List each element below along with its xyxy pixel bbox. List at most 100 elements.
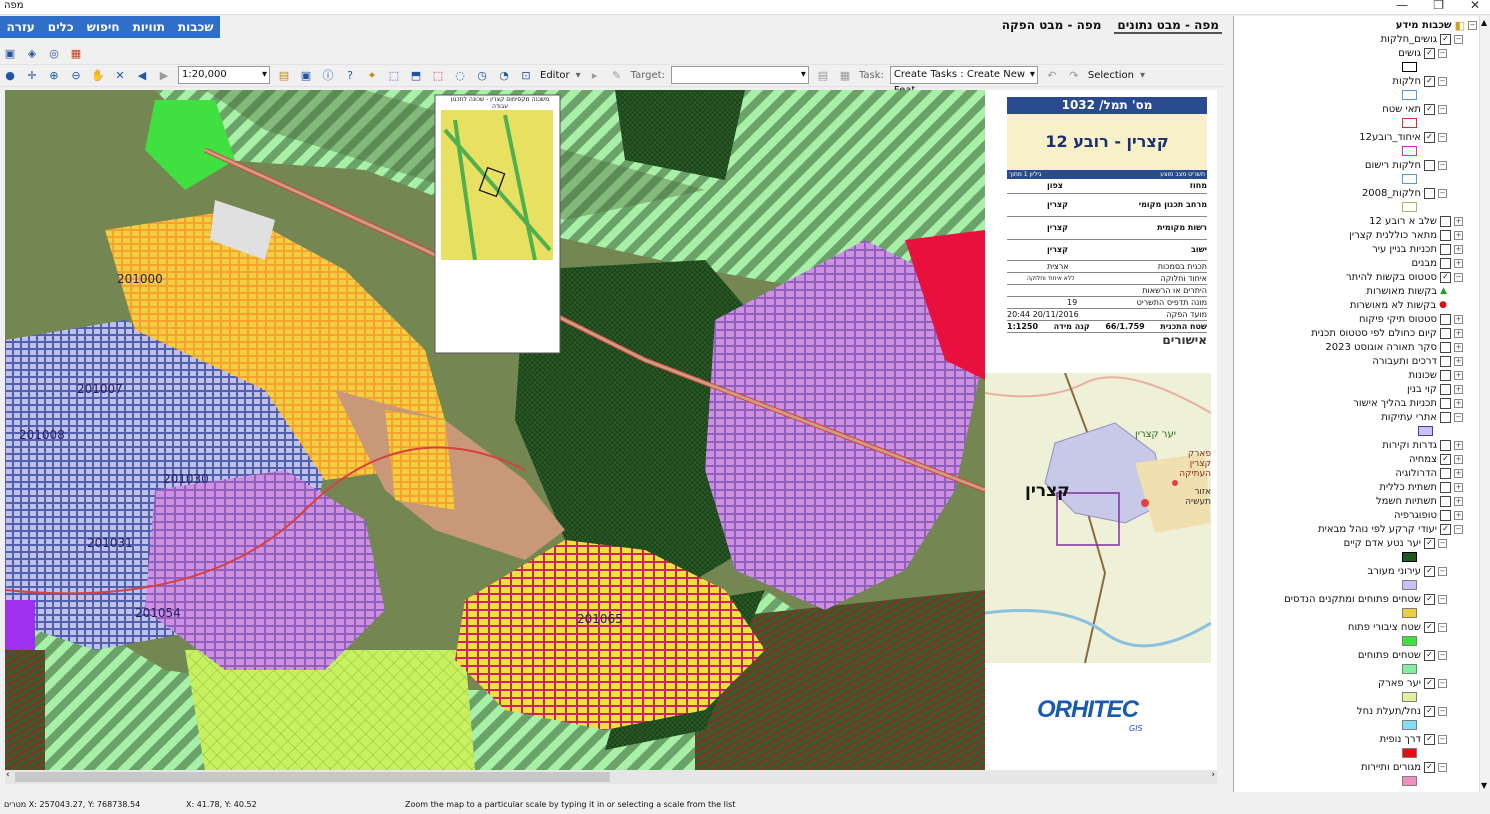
collapse-icon[interactable]: − (1438, 132, 1447, 142)
toc-layer-item[interactable]: − ✓ שטח ציבורי פתוח (1234, 620, 1477, 634)
layer-checkbox[interactable]: ✓ (1424, 47, 1435, 59)
expand-icon[interactable]: + (1454, 342, 1463, 352)
toc-layer-item[interactable]: − חלקות רישום (1234, 158, 1477, 172)
layer-checkbox[interactable] (1424, 159, 1435, 171)
close-button[interactable]: ✕ (1470, 0, 1480, 12)
identify-icon[interactable]: ⓘ (320, 67, 336, 83)
zoom-in-icon[interactable]: ⊕ (46, 67, 62, 83)
minimize-button[interactable]: — (1396, 0, 1408, 12)
zoom-out-icon[interactable]: ⊖ (68, 67, 84, 83)
layout-icon[interactable]: ⊡ (518, 67, 534, 83)
collapse-icon[interactable]: − (1438, 76, 1447, 86)
lasso-icon[interactable]: ◌ (452, 67, 468, 83)
layer-checkbox[interactable] (1440, 397, 1451, 409)
layer-checkbox[interactable] (1440, 411, 1451, 423)
collapse-icon[interactable]: − (1438, 650, 1447, 660)
attributes-icon[interactable]: ▤ (815, 67, 831, 83)
collapse-icon[interactable]: − (1454, 412, 1463, 422)
layer-checkbox[interactable] (1440, 355, 1451, 367)
editor-menu[interactable]: Editor (540, 70, 570, 81)
map-horizontal-scrollbar[interactable]: ‹ › (5, 770, 1217, 784)
layer-checkbox[interactable] (1440, 509, 1451, 521)
scroll-right-icon[interactable]: › (1211, 770, 1215, 780)
expand-icon[interactable]: + (1454, 496, 1463, 506)
layer-checkbox[interactable]: ✓ (1424, 733, 1435, 745)
toc-layer-item[interactable]: − ✓ נחל/תעלת נחל (1234, 704, 1477, 718)
layer-checkbox[interactable] (1440, 467, 1451, 479)
forward-icon[interactable]: ▶ (156, 67, 172, 83)
layer-checkbox[interactable]: ✓ (1424, 621, 1435, 633)
scroll-down-icon[interactable]: ▼ (1481, 781, 1487, 790)
layer-checkbox[interactable] (1424, 187, 1435, 199)
layer-checkbox[interactable] (1440, 383, 1451, 395)
target-combo[interactable] (670, 66, 809, 84)
toc-layer-item[interactable]: + טופוגרפיה (1234, 508, 1477, 522)
measure-icon[interactable]: ✦ (364, 67, 380, 83)
tab-data-view[interactable]: מפה - מבט נתונים (1114, 18, 1222, 34)
collapse-icon[interactable]: − (1438, 48, 1447, 58)
toc-layer-item[interactable]: + שלב א רובע 12 (1234, 214, 1477, 228)
toc-layer-item[interactable]: − ✓ חלקות (1234, 74, 1477, 88)
menu-tools[interactable]: כלים (48, 20, 74, 34)
collapse-icon[interactable]: − (1438, 678, 1447, 688)
layer-checkbox[interactable] (1440, 257, 1451, 269)
expand-icon[interactable]: + (1454, 398, 1463, 408)
toc-layer-item[interactable]: − ✓ גושים_חלקות (1234, 32, 1477, 46)
scroll-thumb[interactable] (15, 772, 610, 782)
redo-icon[interactable]: ↷ (1066, 67, 1082, 83)
layer-checkbox[interactable]: ✓ (1424, 131, 1435, 143)
menu-layers[interactable]: שכבות (178, 20, 214, 34)
toc-layer-item[interactable]: − ✓ שטחים פתוחים ומתקנים הנדסים (1234, 592, 1477, 606)
menu-labels[interactable]: תוויות (133, 20, 165, 34)
task-combo[interactable]: Create Tasks : Create New Feat (889, 66, 1038, 96)
sketch-properties-icon[interactable]: ▦ (837, 67, 853, 83)
collapse-icon[interactable]: − (1454, 524, 1463, 534)
toc-layer-item[interactable]: + תשתית כללית (1234, 480, 1477, 494)
expand-icon[interactable]: + (1454, 510, 1463, 520)
selection-menu[interactable]: Selection (1088, 70, 1134, 81)
collapse-icon[interactable]: − (1454, 272, 1463, 282)
expand-icon[interactable]: + (1454, 482, 1463, 492)
expand-icon[interactable]: + (1454, 258, 1463, 268)
layer-checkbox[interactable] (1440, 313, 1451, 325)
layer-checkbox[interactable]: ✓ (1424, 565, 1435, 577)
expand-icon[interactable]: + (1454, 356, 1463, 366)
collapse-icon[interactable]: − (1438, 734, 1447, 744)
zoom-tool-icon[interactable]: ✛ (24, 67, 40, 83)
collapse-icon[interactable]: − (1468, 20, 1477, 30)
layer-checkbox[interactable]: ✓ (1440, 453, 1451, 465)
scale-combo[interactable]: 1:20,000 (178, 66, 270, 84)
selection-dropdown-icon[interactable]: ▾ (1140, 70, 1145, 81)
toc-layer-item[interactable]: + גדרות וקירות (1234, 438, 1477, 452)
back-icon[interactable]: ◀ (134, 67, 150, 83)
layer-checkbox[interactable]: ✓ (1424, 103, 1435, 115)
editor-dropdown-icon[interactable]: ▾ (576, 70, 581, 81)
toc-layer-item[interactable]: + הדרולוגיה (1234, 466, 1477, 480)
collapse-icon[interactable]: − (1438, 594, 1447, 604)
layer-checkbox[interactable] (1440, 439, 1451, 451)
toc-layer-item[interactable]: − ✓ יער נטע אדם קיים (1234, 536, 1477, 550)
find-icon[interactable]: ? (342, 67, 358, 83)
save-icon[interactable]: ▣ (2, 45, 18, 61)
expand-icon[interactable]: + (1454, 440, 1463, 450)
scroll-left-icon[interactable]: ‹ (6, 770, 10, 780)
layer-add-icon[interactable]: ◈ (24, 45, 40, 61)
layer-checkbox[interactable] (1440, 495, 1451, 507)
layer-checkbox[interactable]: ✓ (1424, 75, 1435, 87)
full-extent-icon[interactable]: ● (2, 67, 18, 83)
layer-checkbox[interactable] (1440, 341, 1451, 353)
save-map-icon[interactable]: ▣ (298, 67, 314, 83)
collapse-icon[interactable]: − (1438, 160, 1447, 170)
collapse-icon[interactable]: − (1438, 622, 1447, 632)
toc-layer-item[interactable]: + ✓ צמחיה (1234, 452, 1477, 466)
toc-layer-item[interactable]: + סקר תאורה אוגוסט 2023 (1234, 340, 1477, 354)
toc-layer-item[interactable]: + קיום כחולם לפי סטטוס תכנית (1234, 326, 1477, 340)
toc-layer-item[interactable]: + קוי בנין (1234, 382, 1477, 396)
toc-layer-item[interactable]: + תכניות בניין עיר (1234, 242, 1477, 256)
layer-checkbox[interactable] (1440, 215, 1451, 227)
clear-selection-icon[interactable]: ✕ (112, 67, 128, 83)
collapse-icon[interactable]: − (1438, 762, 1447, 772)
map-canvas[interactable]: משכנה מקסימום קצרין - שכונה לתכנון עבודה… (5, 90, 985, 770)
catalog-icon[interactable]: ▦ (68, 45, 84, 61)
collapse-icon[interactable]: − (1454, 34, 1463, 44)
